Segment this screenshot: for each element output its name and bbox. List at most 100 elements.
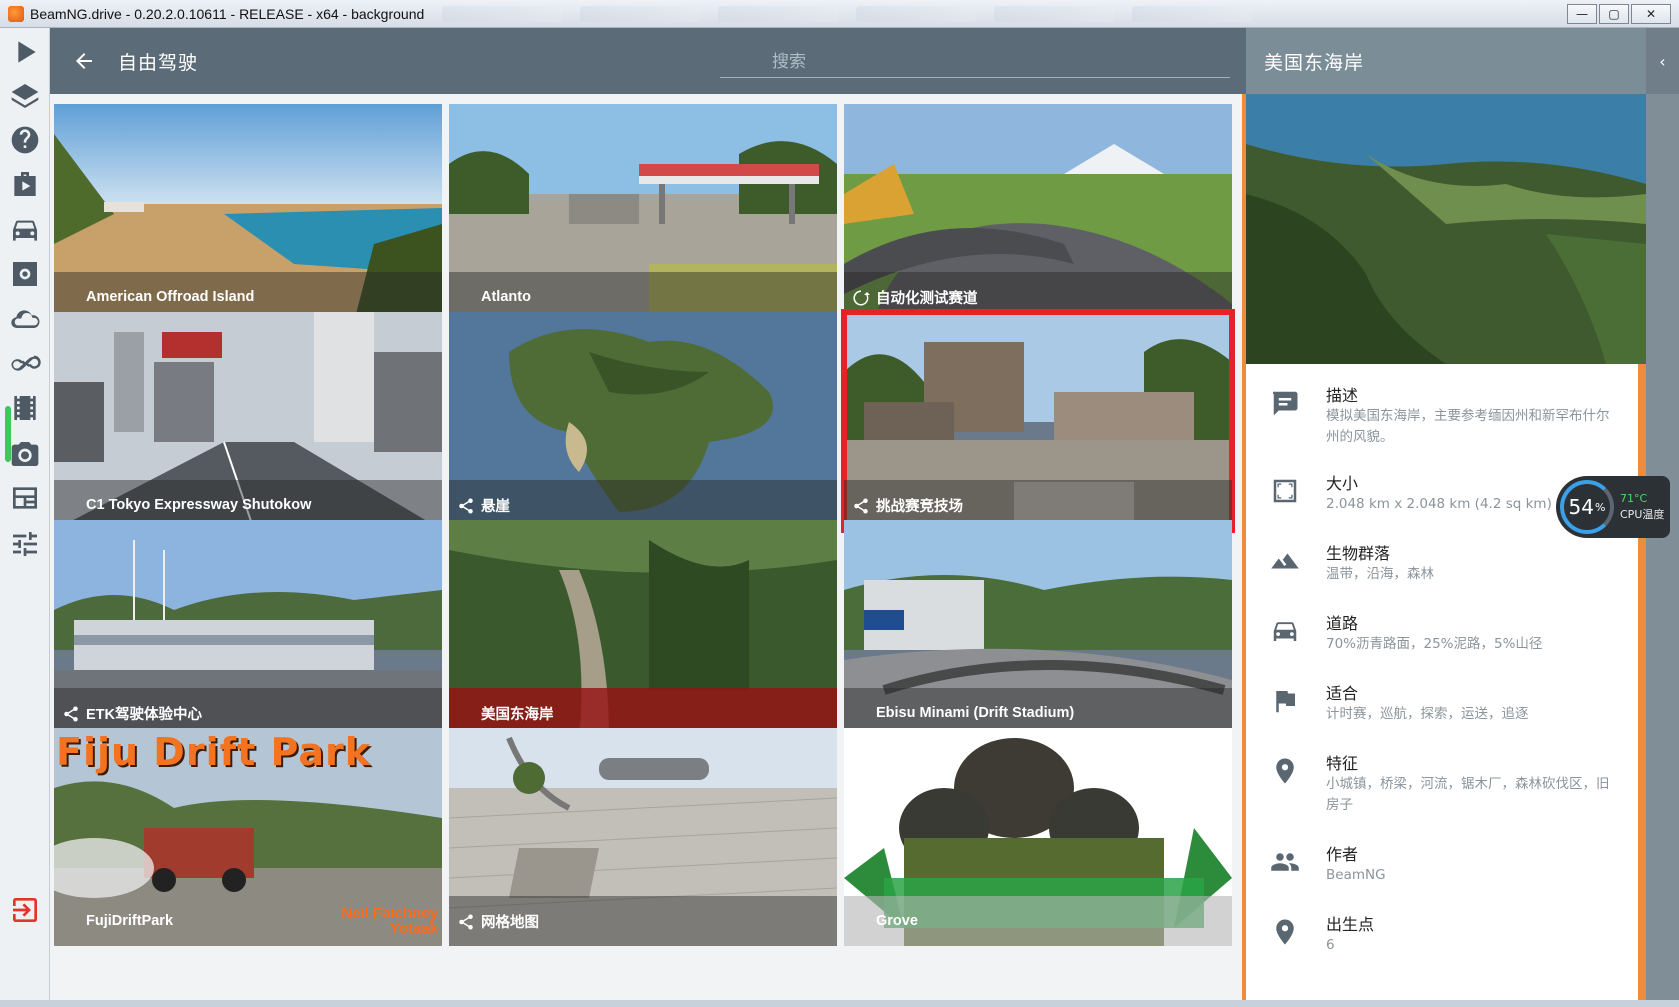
career-button[interactable] bbox=[0, 160, 50, 208]
details-suitable-text: 计时赛，巡航，探索，运送，追逐 bbox=[1326, 706, 1529, 722]
map-tile-cliff[interactable]: 悬崖 bbox=[449, 312, 837, 530]
details-suitable-title: 适合 bbox=[1326, 684, 1359, 703]
replay-button[interactable] bbox=[0, 384, 50, 432]
details-features-title: 特征 bbox=[1326, 754, 1359, 773]
search-input[interactable] bbox=[720, 48, 1230, 76]
minimize-button[interactable]: — bbox=[1567, 4, 1597, 24]
ghost-tab bbox=[994, 5, 1115, 22]
map-name: Atlanto bbox=[481, 289, 531, 305]
close-button[interactable]: ✕ bbox=[1631, 4, 1671, 24]
exit-button[interactable] bbox=[0, 886, 50, 934]
terrain-icon bbox=[1270, 546, 1300, 576]
details-description-title: 描述 bbox=[1326, 386, 1359, 405]
maximize-button[interactable]: ▢ bbox=[1599, 4, 1629, 24]
beamng-logo-icon bbox=[8, 5, 24, 22]
map-tile-american-offroad-island[interactable]: American Offroad Island bbox=[54, 104, 442, 322]
photo-mode-button[interactable] bbox=[0, 430, 50, 478]
spin-icon bbox=[852, 289, 870, 307]
repository-button[interactable] bbox=[0, 296, 50, 344]
pin-icon bbox=[1270, 756, 1300, 786]
title-bar: BeamNG.drive - 0.20.2.0.10611 - RELEASE … bbox=[0, 0, 1679, 28]
map-name: 美国东海岸 bbox=[481, 706, 554, 723]
map-tile-automation-test-track[interactable]: 自动化测试赛道 bbox=[844, 104, 1232, 322]
window-title: BeamNG.drive - 0.20.2.0.10611 - RELEASE … bbox=[30, 5, 425, 22]
infinity-icon bbox=[11, 355, 41, 371]
map-name: ETK驾驶体验中心 bbox=[86, 706, 202, 723]
map-tile-fuji-drift-park[interactable]: Fiju Drift Park Neil Faichney Yotaak Fuj… bbox=[54, 728, 442, 946]
help-icon bbox=[11, 126, 39, 154]
size-icon bbox=[1270, 476, 1300, 506]
map-tile-challenge-arena[interactable]: 挑战赛竞技场 bbox=[841, 309, 1235, 533]
cpu-temperature: 71°C bbox=[1620, 492, 1648, 505]
collapse-panel-button[interactable]: ‹ bbox=[1646, 28, 1679, 94]
exit-icon bbox=[13, 898, 37, 922]
ghost-tab bbox=[580, 5, 701, 22]
ghost-tab bbox=[856, 5, 977, 22]
cpu-usage-ring: 54% bbox=[1560, 480, 1614, 534]
vehicles-button[interactable] bbox=[0, 206, 50, 254]
details-size-title: 大小 bbox=[1326, 474, 1359, 493]
map-name: 网格地图 bbox=[481, 914, 539, 931]
details-spawn-text: 6 bbox=[1326, 937, 1335, 953]
settings-icon bbox=[13, 262, 37, 286]
pin-icon bbox=[1270, 917, 1300, 947]
map-tile-ebisu-minami[interactable]: Ebisu Minami (Drift Stadium) bbox=[844, 520, 1232, 738]
loop-button[interactable] bbox=[0, 340, 50, 388]
details-description-text: 模拟美国东海岸，主要参考缅因州和新罕布什尔州的风貌。 bbox=[1326, 408, 1610, 445]
map-name: American Offroad Island bbox=[86, 289, 255, 305]
app-window: BeamNG.drive - 0.20.2.0.10611 - RELEASE … bbox=[0, 0, 1679, 1007]
cloud-icon bbox=[11, 310, 40, 329]
camera-icon bbox=[11, 442, 39, 466]
tuning-button[interactable] bbox=[0, 520, 50, 568]
details-authors-text: BeamNG bbox=[1326, 867, 1386, 883]
details-spawn-title: 出生点 bbox=[1326, 915, 1375, 934]
ghost-tab bbox=[442, 5, 563, 22]
map-tile-caption: FujiDriftPark bbox=[54, 896, 442, 946]
film-icon bbox=[14, 396, 36, 420]
cpu-monitor-widget[interactable]: 54% 71°C CPU温度 bbox=[1556, 476, 1670, 538]
cpu-meta: 71°C CPU温度 bbox=[1620, 491, 1664, 523]
help-button[interactable] bbox=[0, 116, 50, 164]
map-tile-grove[interactable]: Grove bbox=[844, 728, 1232, 946]
cpu-usage-value: 54 bbox=[1568, 495, 1594, 519]
map-tile-east-coast-usa[interactable]: 美国东海岸 bbox=[449, 520, 837, 738]
map-tile-atlanto[interactable]: Atlanto bbox=[449, 104, 837, 322]
details-roads-text: 70%沥青路面，25%泥路，5%山径 bbox=[1326, 636, 1543, 652]
map-name: FujiDriftPark bbox=[86, 913, 174, 929]
details-title: 美国东海岸 bbox=[1246, 28, 1646, 94]
window-bottom-frame bbox=[0, 1000, 1679, 1007]
options-button[interactable] bbox=[0, 250, 50, 298]
map-tile-c1-tokyo-expressway[interactable]: C1 Tokyo Expressway Shutokow bbox=[54, 312, 442, 530]
share-icon bbox=[457, 913, 475, 931]
details-features-text: 小城镇，桥梁，河流，锯木厂，森林砍伐区，旧房子 bbox=[1326, 776, 1610, 813]
arrow-left-icon bbox=[76, 53, 92, 69]
fiju-logo-title: Fiju Drift Park bbox=[56, 730, 372, 774]
map-name: 挑战赛竞技场 bbox=[876, 498, 963, 515]
flag-icon bbox=[1270, 686, 1300, 716]
career-icon bbox=[14, 172, 36, 196]
details-list: 描述 模拟美国东海岸，主要参考缅因州和新罕布什尔州的风貌。 大小 2.048 k… bbox=[1246, 364, 1638, 1000]
map-tile-grid-map[interactable]: 网格地图 bbox=[449, 728, 837, 946]
window-controls: — ▢ ✕ bbox=[1567, 4, 1671, 24]
play-button[interactable] bbox=[0, 28, 50, 76]
map-tile-etk-driver-experience[interactable]: ETK驾驶体验中心 bbox=[54, 520, 442, 738]
ui-apps-button[interactable] bbox=[0, 474, 50, 522]
details-authors-title: 作者 bbox=[1326, 845, 1359, 864]
comment-icon bbox=[1270, 388, 1300, 418]
sliders-icon bbox=[13, 532, 37, 556]
people-icon bbox=[1270, 847, 1300, 877]
ghost-tab bbox=[718, 5, 839, 22]
layers-button[interactable] bbox=[0, 72, 50, 120]
share-icon bbox=[62, 705, 80, 723]
play-icon bbox=[18, 41, 36, 63]
details-biome-text: 温带，沿海，森林 bbox=[1326, 566, 1434, 582]
cpu-temperature-label: CPU温度 bbox=[1620, 508, 1665, 521]
page-title: 自由驾驶 bbox=[118, 51, 199, 74]
back-button[interactable] bbox=[68, 45, 100, 77]
chevron-left-icon: ‹ bbox=[1659, 51, 1666, 71]
map-name: Grove bbox=[876, 913, 918, 929]
details-scrollbar[interactable] bbox=[1638, 364, 1646, 1000]
layers-icon bbox=[11, 84, 39, 108]
background-taskbar-ghosts bbox=[442, 5, 1253, 22]
search-box bbox=[720, 48, 1230, 78]
